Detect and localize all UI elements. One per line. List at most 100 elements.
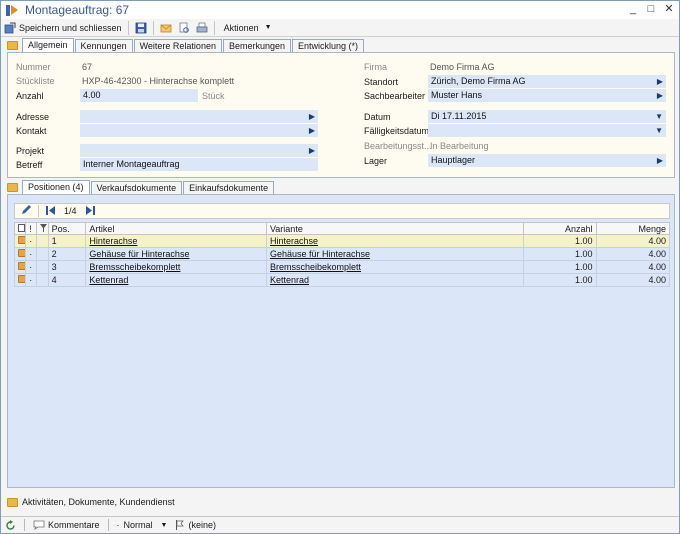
maximize-button[interactable]: □ xyxy=(645,3,657,15)
important-column-icon[interactable]: ! xyxy=(25,222,38,235)
positions-panel: 1/4 ! Pos. Artikel Variante Anzahl Menge… xyxy=(7,194,675,488)
anzahl-label: Anzahl xyxy=(16,91,44,101)
last-page-icon[interactable] xyxy=(85,205,96,218)
column-header-menge[interactable]: Menge xyxy=(595,222,670,235)
row-artikel-link[interactable]: Kettenrad xyxy=(85,273,267,287)
lager-field[interactable]: Hauptlager ▶ xyxy=(428,154,666,167)
positions-toolbar: 1/4 xyxy=(14,203,670,219)
faelligkeit-field[interactable]: ▼ xyxy=(428,124,666,137)
table-header-row: ! Pos. Artikel Variante Anzahl Menge xyxy=(13,222,670,235)
bearbeitungsstatus-label: Bearbeitungsst... xyxy=(364,141,432,151)
row-artikel-link[interactable]: Gehäuse für Hinterachse xyxy=(85,247,267,261)
minimize-button[interactable]: _ xyxy=(627,3,639,15)
bearbeitungsstatus-value: In Bearbeitung xyxy=(430,141,489,151)
article-box-icon xyxy=(18,275,25,283)
bottom-tab-strip: Positionen (4) Verkaufsdokumente Einkauf… xyxy=(7,180,275,194)
actions-label: Aktionen xyxy=(223,22,259,33)
priority-label: Normal xyxy=(123,520,153,530)
column-header-variante[interactable]: Variante xyxy=(265,222,525,235)
row-variante-link[interactable]: Gehäuse für Hinterachse xyxy=(265,247,525,261)
save-button[interactable] xyxy=(132,20,150,36)
row-variante-link[interactable]: Hinterachse xyxy=(265,234,525,248)
refresh-button[interactable] xyxy=(1,519,20,531)
datum-value: Di 17.11.2015 xyxy=(431,111,487,121)
save-close-button[interactable]: Speichern und schliessen xyxy=(1,20,125,36)
general-form-panel: Nummer 67 Stückliste HXP-46-42300 - Hint… xyxy=(7,52,675,178)
speech-bubble-icon xyxy=(33,520,45,530)
save-close-icon xyxy=(4,22,16,34)
floppy-disk-icon xyxy=(135,22,147,34)
status-separator xyxy=(24,519,25,531)
tab-weitere-relationen[interactable]: Weitere Relationen xyxy=(133,39,222,52)
main-toolbar: Speichern und schliessen Aktionen ▼ xyxy=(1,19,679,37)
arrow-right-icon[interactable]: ▶ xyxy=(657,154,663,167)
comments-button[interactable]: Kommentare xyxy=(29,520,104,530)
chevron-down-icon[interactable]: ▼ xyxy=(655,110,663,123)
tab-positionen[interactable]: Positionen (4) xyxy=(22,180,90,194)
betreff-label: Betreff xyxy=(16,160,43,170)
table-row[interactable]: · 4 Kettenrad Kettenrad 1.00 4.00 xyxy=(13,273,670,287)
filter-icon[interactable] xyxy=(36,222,49,235)
arrow-right-icon[interactable]: ▶ xyxy=(309,124,315,137)
column-header-artikel[interactable]: Artikel xyxy=(85,222,267,235)
flag-dropdown[interactable]: (keine) xyxy=(171,520,220,530)
print-preview-icon xyxy=(178,22,190,34)
chevron-down-icon[interactable]: ▼ xyxy=(655,124,663,137)
row-artikel-link[interactable]: Bremsscheibekomplett xyxy=(85,260,267,274)
tab-bemerkungen[interactable]: Bemerkungen xyxy=(222,39,292,52)
row-anzahl: 1.00 xyxy=(523,234,597,248)
row-artikel-link[interactable]: Hinterachse xyxy=(85,234,267,248)
sachbearbeiter-field[interactable]: Muster Hans ▶ xyxy=(428,89,666,102)
mail-button[interactable] xyxy=(157,20,175,36)
priority-dropdown[interactable]: · Normal ▼ xyxy=(113,520,172,530)
table-row[interactable]: · 2 Gehäuse für Hinterachse Gehäuse für … xyxy=(13,247,670,261)
stueckliste-value: HXP-46-42300 - Hinterachse komplett xyxy=(82,76,235,86)
nummer-label: Nummer xyxy=(16,62,51,72)
chevron-down-icon: ▼ xyxy=(160,521,168,529)
edit-pencil-icon[interactable] xyxy=(20,204,32,218)
adresse-field[interactable]: ▶ xyxy=(80,110,318,123)
arrow-right-icon[interactable]: ▶ xyxy=(309,144,315,157)
row-menge: 4.00 xyxy=(595,234,670,248)
toolbar-separator xyxy=(152,20,154,35)
datum-field[interactable]: Di 17.11.2015 ▼ xyxy=(428,110,666,123)
arrow-right-icon[interactable]: ▶ xyxy=(309,110,315,123)
standort-field[interactable]: Zürich, Demo Firma AG ▶ xyxy=(428,75,666,88)
print-button[interactable] xyxy=(193,20,211,36)
datum-label: Datum xyxy=(364,112,391,122)
projekt-label: Projekt xyxy=(16,146,45,156)
actions-menu[interactable]: Aktionen ▼ xyxy=(218,20,275,36)
kontakt-label: Kontakt xyxy=(16,126,47,136)
tab-einkaufsdokumente[interactable]: Einkaufsdokumente xyxy=(183,181,275,194)
row-anzahl: 1.00 xyxy=(523,273,597,287)
tab-allgemein[interactable]: Allgemein xyxy=(22,38,74,52)
status-separator xyxy=(107,519,109,531)
close-button[interactable]: ✕ xyxy=(663,3,675,15)
window-title: Montageauftrag: 67 xyxy=(25,3,130,17)
tab-verkaufsdokumente[interactable]: Verkaufsdokumente xyxy=(90,181,183,194)
toolbar-separator xyxy=(38,205,39,217)
print-preview-button[interactable] xyxy=(175,20,193,36)
row-variante-link[interactable]: Kettenrad xyxy=(265,273,525,287)
arrow-right-icon[interactable]: ▶ xyxy=(657,75,663,88)
arrow-right-icon[interactable]: ▶ xyxy=(657,89,663,102)
table-row[interactable]: · 1 Hinterachse Hinterachse 1.00 4.00 xyxy=(13,234,670,248)
tab-kennungen[interactable]: Kennungen xyxy=(74,39,133,52)
column-header-pos[interactable]: Pos. xyxy=(47,222,87,235)
row-variante-link[interactable]: Bremsscheibekomplett xyxy=(265,260,525,274)
row-pos: 3 xyxy=(47,260,87,274)
betreff-input[interactable]: Interner Montageauftrag xyxy=(80,158,318,171)
firma-label: Firma xyxy=(364,62,387,72)
table-row[interactable]: · 3 Bremsscheibekomplett Bremsscheibekom… xyxy=(13,260,670,274)
kontakt-field[interactable]: ▶ xyxy=(80,124,318,137)
tab-entwicklung[interactable]: Entwicklung (*) xyxy=(292,39,365,52)
column-header-anzahl[interactable]: Anzahl xyxy=(523,222,597,235)
stueckliste-label: Stückliste xyxy=(16,76,55,86)
anzahl-input[interactable]: 4.00 xyxy=(80,89,198,102)
projekt-field[interactable]: ▶ xyxy=(80,144,318,157)
refresh-icon xyxy=(6,519,15,530)
first-page-icon[interactable] xyxy=(45,205,56,218)
title-bar: Montageauftrag: 67 _ □ ✕ xyxy=(1,1,679,19)
document-column-icon[interactable] xyxy=(13,222,27,235)
activities-section[interactable]: Aktivitäten, Dokumente, Kundendienst xyxy=(7,495,175,509)
